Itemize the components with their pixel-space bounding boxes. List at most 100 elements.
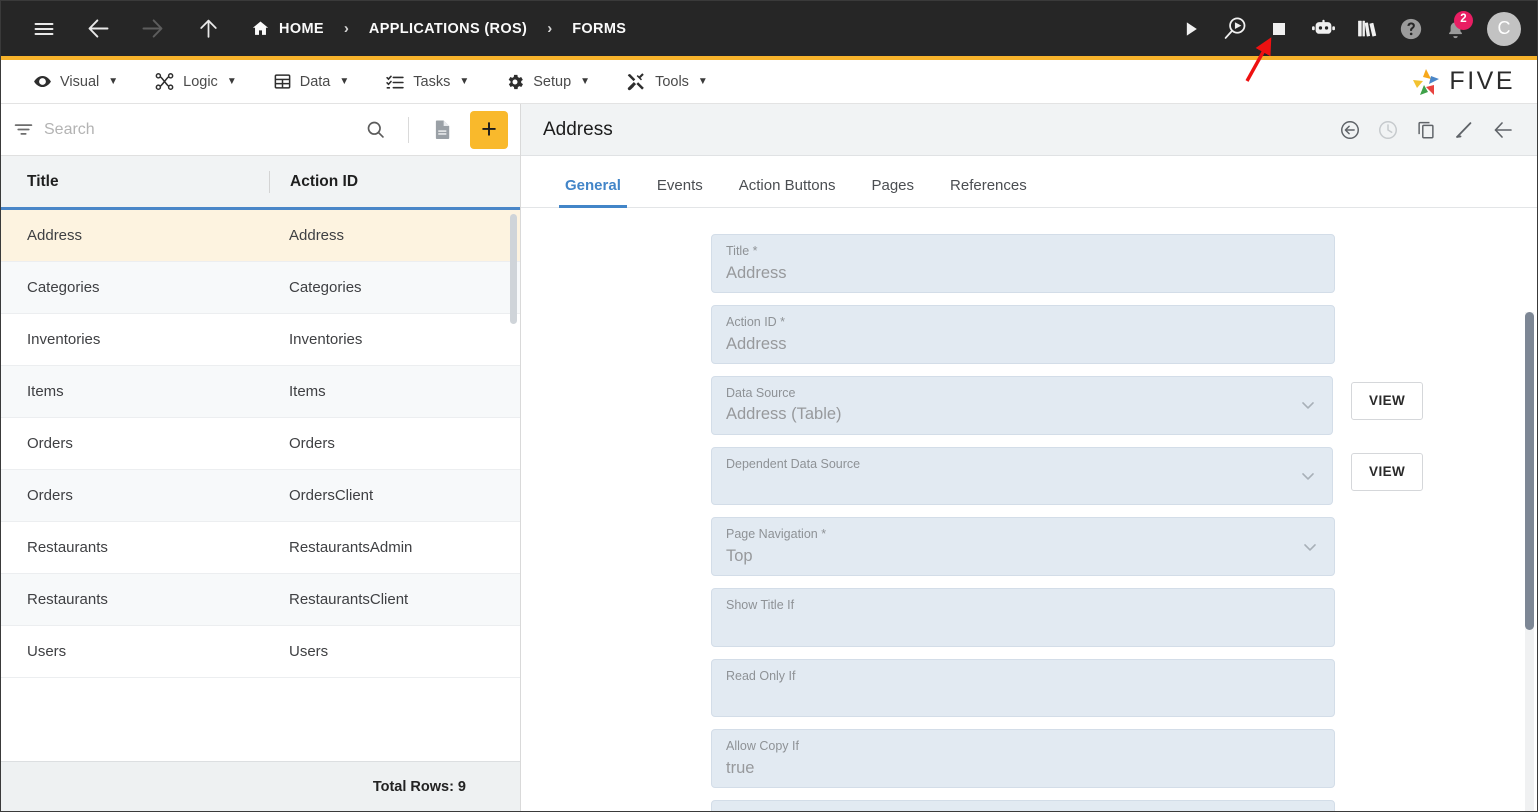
menu-item-setup[interactable]: Setup ▼ bbox=[487, 60, 608, 104]
up-arrow-icon[interactable] bbox=[187, 8, 229, 50]
field-label: Page Navigation * bbox=[726, 527, 827, 542]
eye-icon bbox=[33, 72, 52, 91]
form-field-read-only-if: Read Only If bbox=[711, 658, 1423, 718]
data-filter-field[interactable]: Data Filter bbox=[711, 800, 1335, 811]
cell-title: Items bbox=[27, 383, 64, 400]
chevron-down-icon[interactable] bbox=[1300, 537, 1320, 557]
tab-references[interactable]: References bbox=[932, 177, 1045, 207]
breadcrumb-item-home[interactable]: HOME bbox=[247, 19, 328, 38]
tab-action-buttons[interactable]: Action Buttons bbox=[721, 177, 854, 207]
forms-list-scrollbar[interactable] bbox=[510, 214, 517, 324]
table-row[interactable]: Inventories Inventories bbox=[1, 314, 520, 366]
breadcrumb-item-applications[interactable]: APPLICATIONS (ROS) bbox=[365, 21, 531, 37]
forward-arrow-icon[interactable] bbox=[131, 8, 173, 50]
filter-icon[interactable] bbox=[13, 119, 34, 140]
duplicate-icon[interactable] bbox=[1415, 119, 1437, 141]
home-icon bbox=[251, 19, 270, 38]
search-toolbar: + bbox=[1, 104, 520, 156]
cell-title: Address bbox=[27, 227, 83, 244]
notifications-bell-icon[interactable]: 2 bbox=[1435, 9, 1475, 49]
field-label: Data Filter bbox=[726, 810, 1320, 811]
data-source-view-button[interactable]: VIEW bbox=[1351, 381, 1423, 420]
robot-assistant-icon[interactable] bbox=[1303, 9, 1343, 49]
page-navigation-select[interactable]: Page Navigation * Top bbox=[711, 517, 1335, 577]
chevron-down-icon[interactable] bbox=[1298, 466, 1318, 486]
forms-grid: Title Action ID Address Address Categori… bbox=[1, 156, 520, 761]
back-arrow-icon[interactable] bbox=[1491, 118, 1515, 142]
back-arrow-icon[interactable] bbox=[77, 8, 119, 50]
cell-title: Inventories bbox=[27, 331, 101, 348]
field-value bbox=[726, 474, 1318, 496]
cell-action-id: Categories bbox=[289, 279, 362, 296]
table-row[interactable]: Restaurants RestaurantsAdmin bbox=[1, 522, 520, 574]
menu-item-logic[interactable]: Logic ▼ bbox=[136, 60, 255, 104]
field-label: Read Only If bbox=[726, 668, 796, 683]
tab-events[interactable]: Events bbox=[639, 177, 721, 207]
debug-search-icon[interactable] bbox=[1215, 9, 1255, 49]
add-new-button[interactable]: + bbox=[470, 110, 508, 149]
search-icon[interactable] bbox=[359, 119, 392, 140]
books-documentation-icon[interactable] bbox=[1347, 9, 1387, 49]
chevron-down-icon: ▼ bbox=[459, 76, 470, 87]
table-row[interactable]: Users Users bbox=[1, 626, 520, 678]
dependent-data-source-view-button[interactable]: VIEW bbox=[1351, 452, 1423, 491]
cell-title: Restaurants bbox=[27, 539, 108, 556]
table-row[interactable]: Address Address bbox=[1, 210, 520, 262]
search-input[interactable] bbox=[44, 120, 349, 139]
chevron-down-icon: ▼ bbox=[108, 76, 119, 87]
table-row[interactable]: Orders OrdersClient bbox=[1, 470, 520, 522]
stop-icon[interactable] bbox=[1259, 9, 1299, 49]
field-value: Address (Table) bbox=[726, 405, 842, 424]
chevron-down-icon: ▼ bbox=[226, 76, 237, 87]
field-label: Dependent Data Source bbox=[726, 456, 861, 471]
dependent-data-source-select[interactable]: Dependent Data Source bbox=[711, 446, 1334, 506]
allow-copy-if-field[interactable]: Allow Copy If true bbox=[711, 729, 1335, 789]
chevron-down-icon[interactable] bbox=[1298, 395, 1318, 415]
hamburger-menu-icon[interactable] bbox=[23, 8, 65, 50]
history-clock-icon[interactable] bbox=[1377, 119, 1399, 141]
data-source-select[interactable]: Data Source Address (Table) bbox=[711, 375, 1334, 435]
breadcrumb-item-forms[interactable]: FORMS bbox=[568, 21, 630, 37]
action-id-field[interactable]: Action ID * Address bbox=[711, 304, 1335, 364]
table-row[interactable]: Items Items bbox=[1, 366, 520, 418]
table-row[interactable]: Orders Orders bbox=[1, 418, 520, 470]
field-label: Action ID * bbox=[726, 314, 786, 329]
menu-item-tools[interactable]: Tools ▼ bbox=[608, 60, 726, 104]
detail-header-actions bbox=[1339, 118, 1515, 142]
cell-title: Restaurants bbox=[27, 591, 108, 608]
toolbar-divider bbox=[408, 116, 409, 143]
column-header-title[interactable]: Title bbox=[1, 173, 269, 191]
column-header-action-id[interactable]: Action ID bbox=[269, 170, 520, 193]
revert-icon[interactable] bbox=[1339, 119, 1361, 141]
menu-item-visual[interactable]: Visual ▼ bbox=[15, 60, 136, 104]
edit-pencil-icon[interactable] bbox=[1453, 119, 1475, 141]
table-row[interactable]: Restaurants RestaurantsClient bbox=[1, 574, 520, 626]
form-field-allow-copy-if: Allow Copy If true bbox=[711, 729, 1423, 789]
tab-pages[interactable]: Pages bbox=[853, 177, 932, 207]
cell-action-id: Items bbox=[289, 383, 326, 400]
menu-item-tasks[interactable]: Tasks ▼ bbox=[367, 60, 487, 104]
top-header-bar: HOME › APPLICATIONS (ROS) › FORMS 2 C bbox=[1, 1, 1537, 56]
run-icon[interactable] bbox=[1171, 9, 1211, 49]
tab-general[interactable]: General bbox=[547, 177, 639, 208]
menu-label-tools: Tools bbox=[655, 73, 689, 90]
form-field-action-id: Action ID * Address bbox=[711, 304, 1423, 364]
title-field[interactable]: Title * Address bbox=[711, 234, 1335, 293]
header-navigation: HOME › APPLICATIONS (ROS) › FORMS bbox=[1, 8, 630, 50]
menu-label-tasks: Tasks bbox=[413, 73, 451, 90]
breadcrumb-separator: › bbox=[343, 20, 349, 37]
read-only-if-field[interactable]: Read Only If bbox=[711, 658, 1335, 718]
breadcrumb-label-home: HOME bbox=[279, 20, 324, 37]
menu-item-data[interactable]: Data ▼ bbox=[255, 60, 368, 104]
help-icon[interactable] bbox=[1391, 9, 1431, 49]
cell-action-id: Inventories bbox=[289, 331, 363, 348]
show-title-if-field[interactable]: Show Title If bbox=[711, 588, 1335, 647]
cell-action-id: Users bbox=[289, 643, 329, 660]
table-row[interactable]: Categories Categories bbox=[1, 262, 520, 314]
document-icon[interactable] bbox=[425, 116, 460, 143]
breadcrumb-label-forms: FORMS bbox=[572, 20, 627, 37]
detail-scrollbar-thumb[interactable] bbox=[1525, 312, 1534, 630]
avatar[interactable]: C bbox=[1487, 11, 1521, 46]
five-pinwheel-icon bbox=[1410, 66, 1442, 98]
header-action-icons: 2 C bbox=[1171, 9, 1537, 49]
